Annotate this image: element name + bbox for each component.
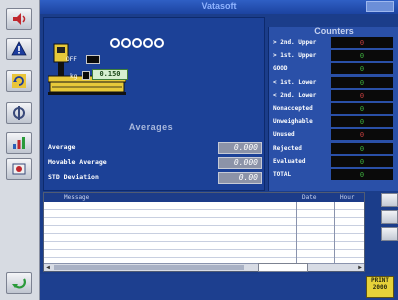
log-up-button[interactable] — [381, 193, 398, 207]
settings-button[interactable] — [6, 102, 32, 124]
warning-icon — [11, 41, 27, 56]
scroll-right-icon[interactable]: ▶ — [356, 264, 364, 271]
tare-value: 0.150 — [92, 69, 128, 80]
counter-row: TOTAL 0 — [269, 169, 398, 181]
counter-row: Unused 0 — [269, 129, 398, 142]
counter-label: < 1st. Lower — [273, 78, 317, 86]
log-col-date: Date — [302, 194, 317, 201]
speaker-button[interactable] — [6, 8, 32, 30]
weight-digits — [110, 38, 164, 48]
counter-label: GOOD — [273, 65, 288, 73]
back-arrow-icon — [12, 278, 26, 289]
counter-value: 0 — [331, 116, 393, 129]
log-down-button[interactable] — [381, 227, 398, 241]
avg-value: 0.000 — [218, 142, 262, 154]
chart-button[interactable] — [6, 132, 32, 154]
counter-value: 0 — [331, 169, 393, 181]
counter-label: Unweighable — [273, 118, 313, 126]
log-page-button[interactable] — [381, 210, 398, 224]
counter-value: 0 — [331, 50, 393, 63]
counters-panel: Counters > 2nd. Upper 0 > 1st. Upper 0 GOOD 0… — [268, 26, 398, 191]
avg-row-std: STD Deviation 0.00 — [48, 172, 262, 184]
print-label: PRINT — [370, 277, 390, 284]
log-col-hour: Hour — [340, 194, 355, 201]
print-button[interactable]: PRINT 2000 — [366, 276, 394, 298]
bottom-bar — [40, 274, 398, 300]
counter-label: Rejected — [273, 144, 302, 152]
back-button[interactable] — [6, 272, 32, 294]
avg-row-average: Average 0.000 — [48, 142, 262, 154]
left-toolbar — [0, 0, 40, 300]
product-icon — [12, 163, 26, 175]
horizontal-scrollbar[interactable]: ◀ ▶ — [44, 263, 364, 271]
counter-label: Unused — [273, 131, 295, 139]
window-title: Vatasoft — [201, 1, 237, 11]
counters-title: Counters — [314, 26, 354, 36]
counter-value: 0 — [331, 129, 393, 142]
counter-row: Nonaccepted 0 — [269, 103, 398, 115]
warning-button[interactable] — [6, 38, 32, 60]
speaker-icon — [13, 13, 26, 25]
avg-label: Average — [48, 143, 76, 151]
column-divider — [296, 202, 297, 264]
digit — [132, 38, 142, 48]
averages-title: Averages — [128, 122, 174, 132]
box1-label: OFF — [66, 56, 77, 63]
counter-label: > 1st. Upper — [273, 52, 317, 60]
counter-value: 0 — [331, 142, 393, 155]
digit — [110, 38, 120, 48]
avg-label: Movable Average — [48, 158, 107, 166]
counter-row: > 1st. Upper 0 — [269, 50, 398, 63]
scroll-thumb[interactable] — [54, 265, 244, 270]
unit-indicator — [82, 71, 90, 80]
log-rows[interactable] — [44, 202, 364, 264]
column-divider — [334, 202, 335, 264]
avg-row-movable: Movable Average 0.000 — [48, 157, 262, 169]
counter-row: < 1st. Lower 0 — [269, 76, 398, 89]
status-box — [86, 55, 100, 64]
counter-row: < 2nd. Lower 0 — [269, 89, 398, 102]
counter-value: 0 — [331, 155, 393, 168]
chart-icon — [13, 137, 25, 149]
counter-label: < 2nd. Lower — [273, 91, 317, 99]
title-bar: Vatasoft — [40, 0, 398, 14]
counter-row: > 2nd. Upper 0 — [269, 37, 398, 49]
counter-row: Evaluated 0 — [269, 155, 398, 168]
unit-label: kg — [70, 73, 78, 80]
print-count: 2000 — [372, 284, 388, 291]
refresh-icon — [12, 74, 26, 88]
digit — [121, 38, 131, 48]
product-button[interactable] — [6, 158, 32, 180]
counter-row: Rejected 0 — [269, 142, 398, 155]
message-log: Message Date Hour ◀ ▶ — [43, 192, 365, 272]
counter-label: Evaluated — [273, 157, 306, 165]
log-col-message: Message — [64, 194, 90, 201]
digit — [154, 38, 164, 48]
title-right-button[interactable] — [366, 1, 394, 12]
counter-value: 0 — [331, 63, 393, 76]
counter-row: Unweighable 0 — [269, 116, 398, 129]
digit — [143, 38, 153, 48]
counter-value: 0 — [331, 89, 393, 102]
counter-row: GOOD 0 — [269, 63, 398, 76]
scroll-left-icon[interactable]: ◀ — [44, 264, 52, 271]
scale-panel: OFF kg 0.150 Averages Average 0.000 Mova… — [43, 17, 265, 191]
avg-label: STD Deviation — [48, 173, 99, 181]
counter-label: > 2nd. Upper — [273, 39, 317, 46]
counter-label: Nonaccepted — [273, 105, 313, 112]
avg-value: 0.00 — [218, 172, 262, 184]
refresh-button[interactable] — [6, 70, 32, 92]
log-header: Message Date Hour — [44, 193, 364, 202]
bottom-input[interactable] — [258, 263, 308, 272]
avg-value: 0.000 — [218, 157, 262, 169]
tools-icon — [13, 106, 25, 120]
counter-value: 0 — [331, 37, 393, 49]
counter-label: TOTAL — [273, 171, 292, 178]
counter-value: 0 — [331, 103, 393, 115]
counter-value: 0 — [331, 76, 393, 89]
